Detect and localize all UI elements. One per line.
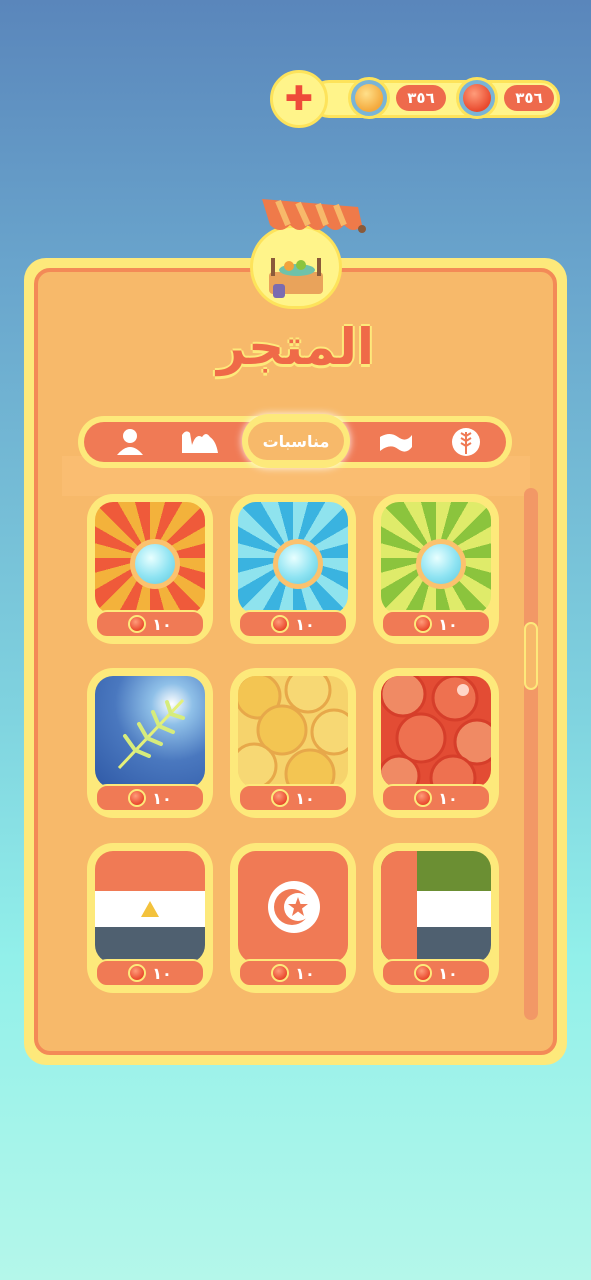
- tab-camel[interactable]: [172, 422, 228, 462]
- wheat-currency-amount: ٣٥٦: [396, 85, 446, 111]
- egypt-flag-icon: [95, 851, 205, 963]
- flag-icon: [380, 434, 412, 452]
- red-gem-icon: [414, 789, 433, 807]
- tab-flag[interactable]: [370, 422, 422, 462]
- tab-occasions[interactable]: مناسبات: [242, 414, 350, 468]
- currency-bar: ✚ ٣٥٦ ٣٥٦: [270, 70, 560, 128]
- item-flag-uae[interactable]: ١٠: [373, 843, 499, 993]
- item-art: [238, 851, 348, 963]
- item-flag-egypt[interactable]: ١٠: [87, 843, 213, 993]
- orb-icon: [130, 539, 180, 589]
- item-art: [95, 676, 205, 788]
- wheat-coin-icon: [348, 77, 390, 119]
- price-value: ١٠: [152, 788, 172, 808]
- price-tag: ١٠: [238, 959, 348, 987]
- red-gem-icon: [128, 789, 147, 807]
- price-value: ١٠: [152, 963, 172, 983]
- scrollbar-track[interactable]: [524, 488, 538, 1020]
- item-art: [238, 676, 348, 788]
- wheat-sprig-icon: [117, 698, 185, 770]
- item-green-sunburst[interactable]: ١٠: [373, 494, 499, 644]
- awning-icon: [262, 199, 366, 233]
- item-blue-sunburst[interactable]: ١٠: [230, 494, 356, 644]
- item-art: [381, 676, 491, 788]
- item-art: [95, 851, 205, 963]
- price-tag: ١٠: [381, 610, 491, 638]
- item-blue-wheat[interactable]: ١٠: [87, 668, 213, 818]
- item-art: [238, 502, 348, 614]
- item-orange-sunburst[interactable]: ١٠: [87, 494, 213, 644]
- tunisia-flag-icon: [238, 851, 348, 963]
- red-gem-icon: [271, 964, 290, 982]
- price-value: ١٠: [295, 788, 315, 808]
- red-gem-icon: [456, 77, 498, 119]
- price-value: ١٠: [295, 614, 315, 634]
- tab-wheat[interactable]: [442, 422, 490, 462]
- camel-icon: [182, 431, 218, 453]
- price-tag: ١٠: [95, 610, 205, 638]
- tab-occasions-label: مناسبات: [248, 422, 344, 460]
- shop-title: المتجر: [217, 318, 374, 376]
- red-gem-icon: [414, 964, 433, 982]
- price-tag: ١٠: [95, 959, 205, 987]
- uae-flag-icon: [381, 851, 491, 963]
- gold-coins-pattern-icon: [238, 676, 348, 788]
- price-tag: ١٠: [238, 610, 348, 638]
- price-value: ١٠: [295, 963, 315, 983]
- item-art: [381, 502, 491, 614]
- scrollbar-thumb[interactable]: [524, 622, 538, 690]
- red-gem-icon: [128, 615, 147, 633]
- item-flag-tunisia[interactable]: ١٠: [230, 843, 356, 993]
- add-currency-button[interactable]: ✚: [270, 70, 328, 128]
- tab-profile[interactable]: [106, 422, 154, 462]
- orb-icon: [416, 539, 466, 589]
- orb-icon: [273, 539, 323, 589]
- price-value: ١٠: [438, 788, 458, 808]
- price-tag: ١٠: [238, 784, 348, 812]
- plus-icon: ✚: [284, 79, 314, 119]
- red-gem-icon: [128, 964, 147, 982]
- red-gem-icon: [271, 789, 290, 807]
- item-gold-coins[interactable]: ١٠: [230, 668, 356, 818]
- price-tag: ١٠: [95, 784, 205, 812]
- price-tag: ١٠: [381, 959, 491, 987]
- price-value: ١٠: [438, 614, 458, 634]
- price-value: ١٠: [152, 614, 172, 634]
- item-art: [95, 502, 205, 614]
- wheat-icon: [452, 428, 480, 456]
- red-currency-amount: ٣٥٦: [504, 85, 554, 111]
- item-red-coins[interactable]: ١٠: [373, 668, 499, 818]
- red-coins-pattern-icon: [381, 676, 491, 788]
- item-art: [381, 851, 491, 963]
- price-value: ١٠: [438, 963, 458, 983]
- red-gem-icon: [414, 615, 433, 633]
- red-gem-icon: [271, 615, 290, 633]
- person-icon: [117, 429, 143, 455]
- price-tag: ١٠: [381, 784, 491, 812]
